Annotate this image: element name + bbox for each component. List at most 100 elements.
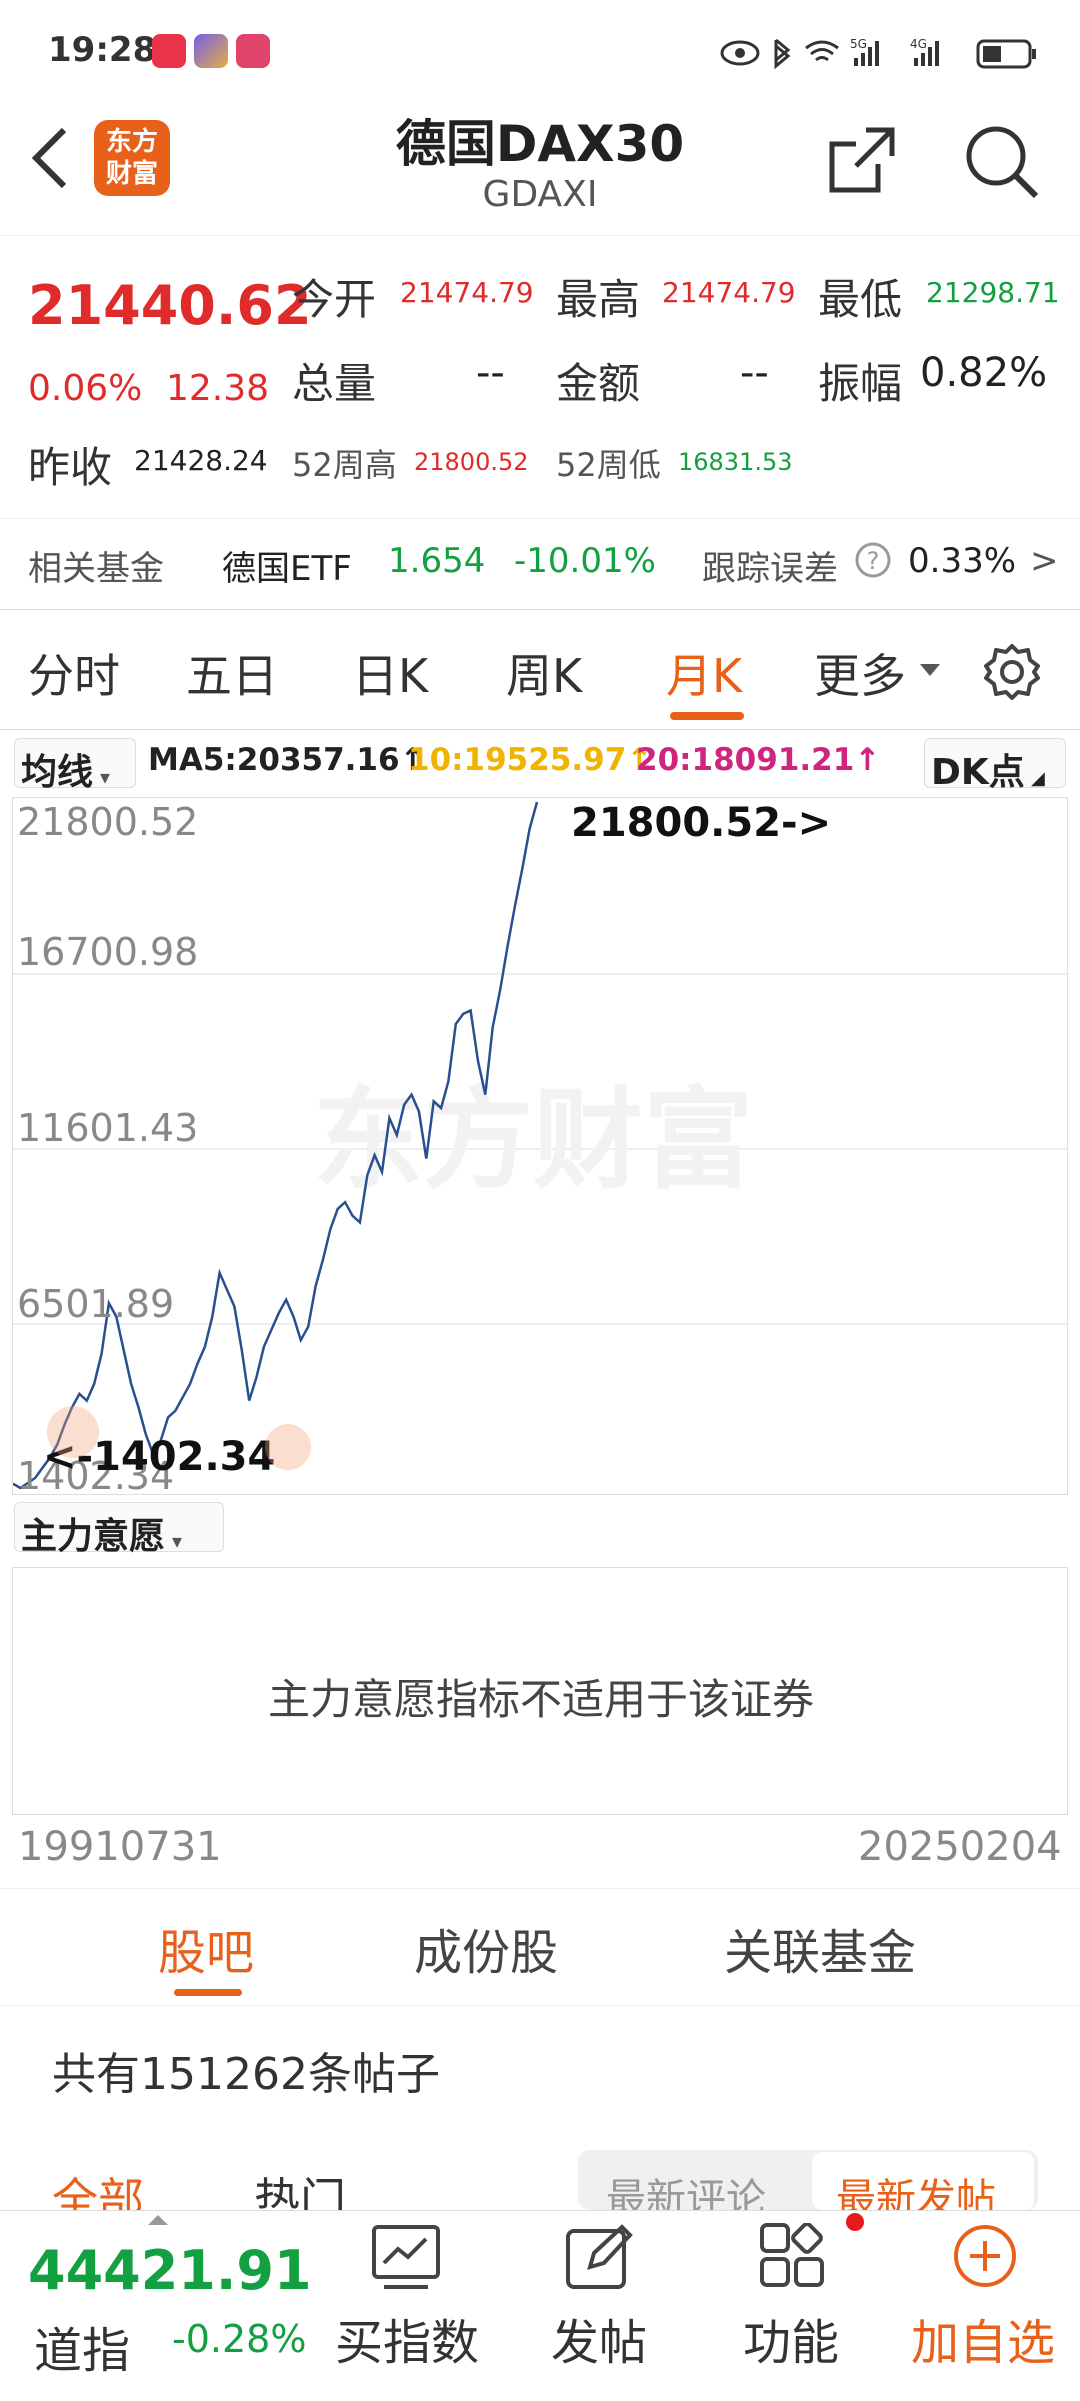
tab-weekly-k[interactable]: 周K	[506, 640, 582, 706]
clock: 19:28	[48, 30, 157, 70]
indicator-select[interactable]: 均线 ▾	[14, 738, 136, 793]
ma10-value: 10:19525.97↑	[408, 742, 653, 778]
forum-tab-indicator	[174, 1989, 242, 1996]
high-value: 21474.79	[662, 276, 796, 309]
app-notification-icon	[152, 34, 186, 68]
svg-text:?: ?	[867, 547, 880, 575]
max-marker: 21800.52->	[571, 800, 832, 846]
tab-constituents[interactable]: 成份股	[414, 1913, 558, 1983]
gear-icon[interactable]	[982, 642, 1042, 702]
post-label: 发帖	[550, 2315, 647, 2371]
fund-arrow-icon[interactable]: >	[1030, 541, 1059, 581]
camera-app-icon	[194, 34, 228, 68]
tab-daily-k[interactable]: 日K	[352, 640, 428, 706]
low-value: 21298.71	[926, 276, 1060, 309]
tracking-error-value: 0.33%	[908, 541, 1017, 581]
dow-index-value[interactable]: 44421.91	[28, 2239, 312, 2302]
start-date: 19910731	[18, 1824, 222, 1870]
high-label: 最高	[556, 275, 641, 324]
net-label-2: 4G	[910, 37, 927, 51]
function-button[interactable]: 功能	[716, 2211, 866, 2401]
related-fund-bar[interactable]: 相关基金 德国ETF 1.654 -10.01% 跟踪误差 ? 0.33% >	[0, 518, 1080, 610]
ma20-value: 20:18091.21↑	[636, 742, 881, 778]
y-label-2: 16700.98	[17, 930, 199, 974]
w52-low-value: 16831.53	[678, 448, 793, 476]
open-value: 21474.79	[400, 276, 534, 309]
y-label-3: 11601.43	[17, 1106, 199, 1150]
app-header: 东方 财富 德国DAX30 GDAXI	[0, 100, 1080, 236]
w52-high-label: 52周高	[292, 446, 397, 484]
y-label-max: 21800.52	[17, 800, 199, 844]
notification-dot	[846, 2213, 864, 2231]
grid-apps-icon	[760, 2223, 824, 2287]
fund-section-label: 相关基金	[28, 549, 164, 589]
page-title: 德国DAX30	[395, 115, 685, 173]
more-dropdown-icon[interactable]	[920, 664, 940, 678]
amount-label: 金额	[556, 359, 641, 408]
post-count: 共有151262条帖子	[52, 2049, 440, 2100]
change-amount: 12.38	[166, 368, 270, 409]
expand-icon[interactable]	[265, 1424, 311, 1470]
sub-indicator-select[interactable]: 主力意愿 ▾	[14, 1502, 224, 1557]
share-icon[interactable]	[826, 124, 898, 196]
system-status-icons: 5G 4G	[720, 37, 1036, 70]
plus-circle-icon	[954, 2225, 1016, 2287]
tab-more[interactable]: 更多	[814, 640, 906, 706]
ma5-value: MA5:20357.16↑	[148, 742, 426, 778]
y-label-4: 6501.89	[17, 1282, 175, 1326]
dow-index-name: 道指	[34, 2323, 131, 2379]
chart-watermark: 东方财富	[313, 1076, 753, 1204]
post-button[interactable]: 发帖	[524, 2211, 674, 2401]
volume-value: --	[476, 350, 505, 396]
dow-index-change: -0.28%	[172, 2317, 307, 2361]
help-icon[interactable]: ?	[854, 541, 892, 579]
fund-change: -10.01%	[514, 541, 656, 581]
w52-low-label: 52周低	[556, 446, 661, 484]
expand-up-icon[interactable]	[148, 2215, 168, 2225]
buy-index-button[interactable]: 买指数	[332, 2211, 482, 2401]
content-tabs: 股吧 成份股 关联基金	[0, 1888, 1080, 2006]
volume-label: 总量	[292, 359, 377, 408]
fund-name[interactable]: 德国ETF	[222, 541, 352, 590]
status-bar: 19:28 5G 4G	[0, 0, 1080, 100]
indicator-select-label: 均线	[21, 752, 94, 793]
net-label-1: 5G	[850, 37, 867, 51]
change-percent: 0.06%	[28, 368, 143, 409]
sub-indicator-label: 主力意愿	[21, 1516, 166, 1557]
bottom-nav: 44421.91 道指 -0.28% 买指数 发帖 功能 加自选	[0, 2210, 1080, 2400]
amplitude-label: 振幅	[818, 359, 903, 408]
current-price: 21440.62	[28, 274, 312, 337]
page-subtitle: GDAXI	[482, 174, 598, 215]
moving-average-row: 均线 ▾ MA5:20357.16↑ 10:19525.97↑ 20:18091…	[0, 730, 1080, 793]
price-chart[interactable]: 东方财富 21800.52 16700.98 11601.43 6501.89 …	[12, 797, 1069, 1498]
tab-forum[interactable]: 股吧	[158, 1913, 254, 1983]
edit-icon	[566, 2224, 633, 2289]
dk-point-button[interactable]: DK点 ◢	[924, 738, 1066, 793]
period-tabs: 分时 五日 日K 周K 月K 更多	[0, 612, 1080, 730]
end-date: 20250204	[858, 1824, 1062, 1870]
tab-five-day[interactable]: 五日	[186, 640, 278, 706]
add-watchlist-button[interactable]: 加自选	[908, 2211, 1058, 2401]
scroll-left-icon[interactable]	[47, 1406, 99, 1458]
prev-close-value: 21428.24	[134, 444, 268, 477]
prev-close-label: 昨收	[28, 443, 113, 492]
function-label: 功能	[742, 2315, 839, 2371]
active-tab-indicator	[670, 712, 744, 720]
dk-point-label: DK点	[931, 752, 1025, 793]
low-label: 最低	[818, 275, 903, 324]
add-watchlist-label: 加自选	[910, 2315, 1055, 2371]
sub-indicator-panel: 主力意愿指标不适用于该证券	[12, 1567, 1068, 1815]
open-label: 今开	[292, 275, 377, 324]
tab-related-funds[interactable]: 关联基金	[724, 1913, 916, 1983]
buy-index-label: 买指数	[334, 2315, 479, 2371]
search-icon[interactable]	[962, 122, 1042, 202]
amplitude-value: 0.82%	[920, 350, 1048, 396]
sub-indicator-message: 主力意愿指标不适用于该证券	[267, 1675, 814, 1724]
amount-value: --	[740, 350, 769, 396]
tab-monthly-k[interactable]: 月K	[666, 640, 742, 706]
tab-intraday[interactable]: 分时	[28, 640, 120, 706]
tracking-error-label: 跟踪误差	[702, 549, 838, 589]
trend-chart-icon	[372, 2225, 440, 2289]
video-app-icon	[236, 34, 270, 68]
fund-price: 1.654	[388, 541, 486, 581]
